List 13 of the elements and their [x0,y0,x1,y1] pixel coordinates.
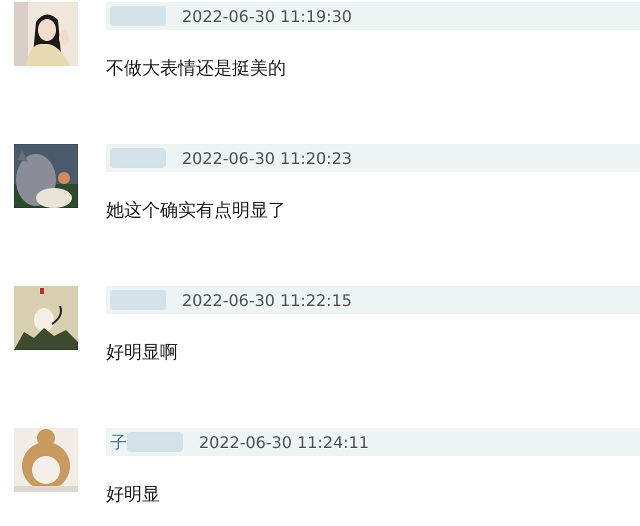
comment-text: 不做大表情还是挺美的 [106,57,287,80]
comment-text: 好明显 [106,483,161,506]
timestamp: 2022-06-30 11:20:23 [182,148,352,168]
timestamp: 2022-06-30 11:19:30 [182,6,352,26]
blurred-username [110,290,166,310]
timestamp: 2022-06-30 11:22:15 [182,290,352,310]
username[interactable]: 子 [110,430,127,454]
blurred-username [110,148,166,168]
comment-text: 她这个确实有点明显了 [106,199,287,222]
comment-text: 好明显啊 [106,341,179,364]
timestamp: 2022-06-30 11:24:11 [199,432,369,452]
blurred-username [127,432,183,452]
blurred-username [110,6,166,26]
